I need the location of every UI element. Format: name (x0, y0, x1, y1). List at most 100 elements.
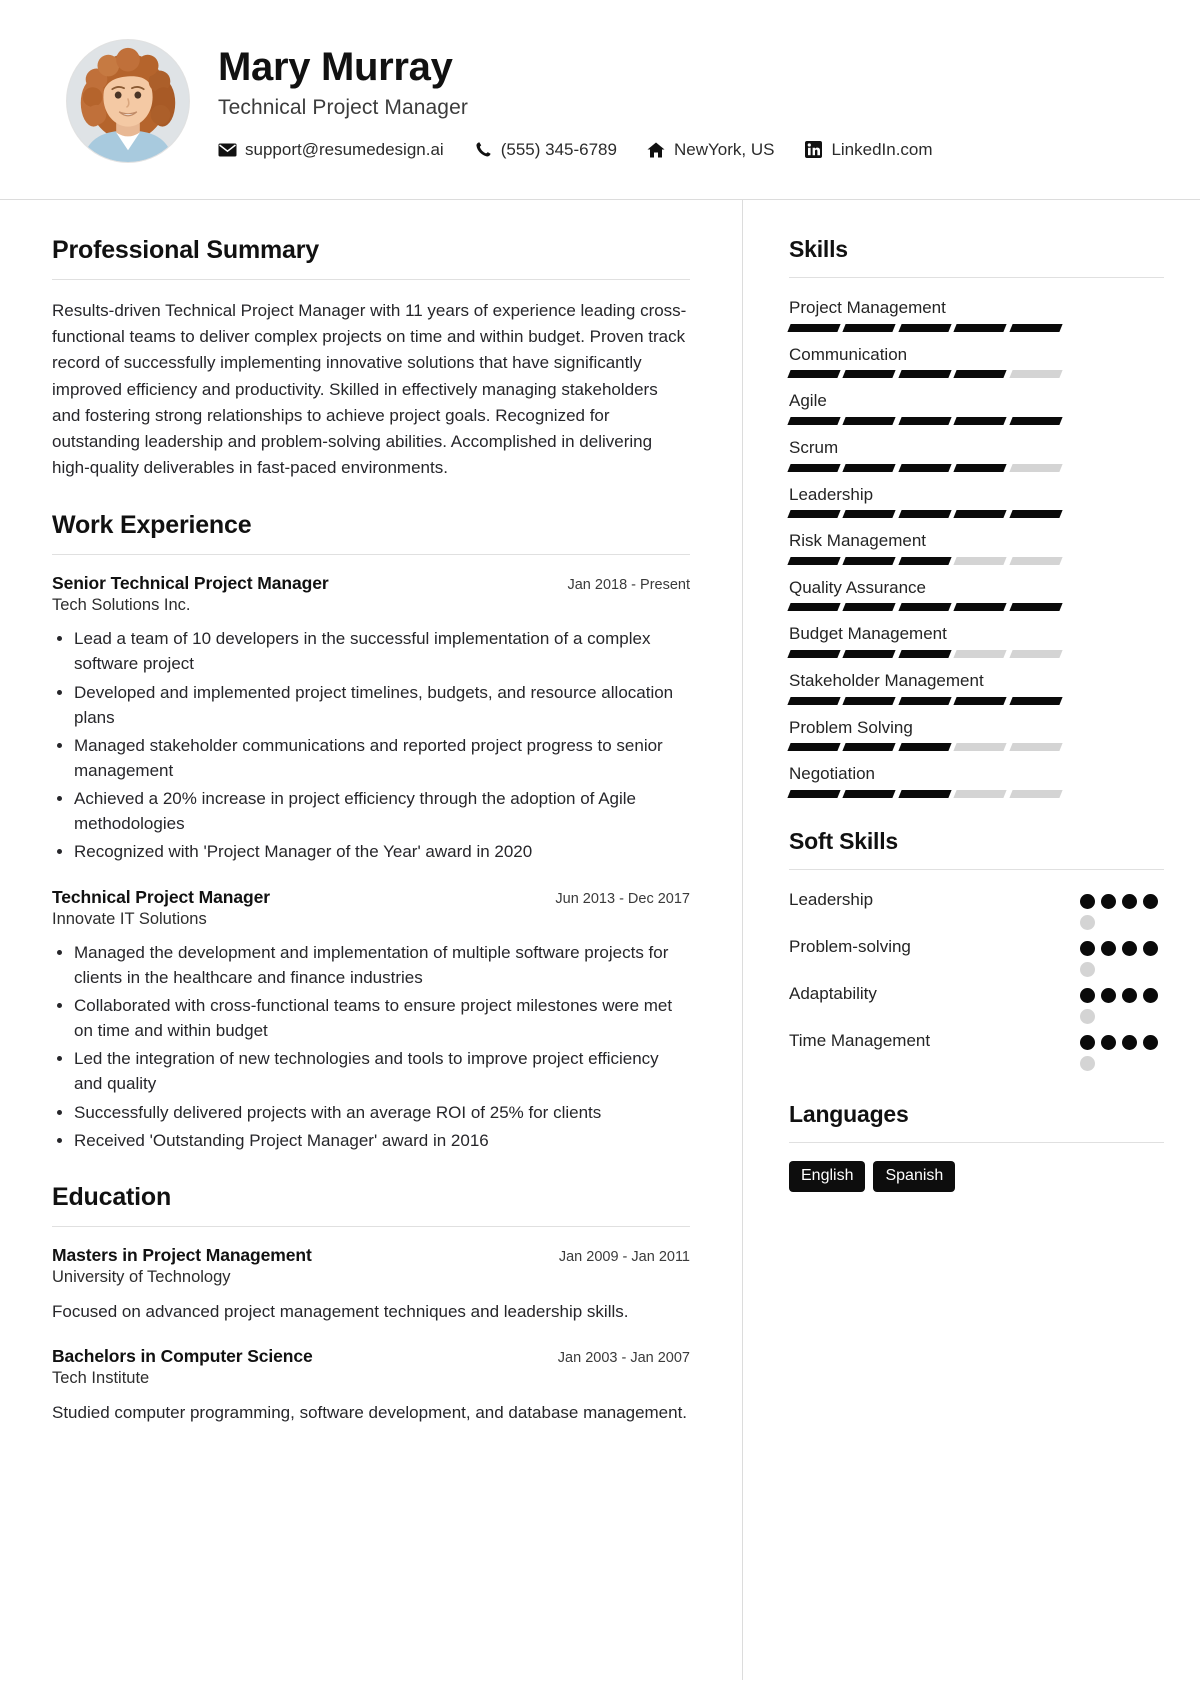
soft-skill-name: Problem-solving (789, 937, 911, 957)
skill-bar-segment (953, 603, 1008, 612)
bullet-item: Successfully delivered projects with an … (74, 1100, 690, 1125)
education-date: Jan 2009 - Jan 2011 (558, 1248, 690, 1265)
skill-row: Problem Solving (787, 716, 1164, 752)
divider (52, 1225, 690, 1227)
soft-skill-dot (1080, 941, 1095, 957)
soft-skill-dot (1080, 962, 1095, 978)
section-work-experience: Work Experience Senior Technical Project… (52, 511, 690, 1153)
soft-skill-name: Adaptability (789, 984, 877, 1004)
skill-bar-segment (787, 416, 842, 425)
candidate-name: Mary Murray (218, 45, 453, 90)
skill-row: Leadership (787, 483, 1164, 519)
skill-bar-segment (1009, 510, 1063, 519)
skill-row: Negotiation (787, 762, 1164, 799)
skill-row: Communication (787, 343, 1164, 379)
home-icon (647, 140, 666, 159)
soft-skills-list: Leadership Problem-solving Adaptability Tim… (789, 888, 1164, 1072)
soft-skill-dot (1143, 941, 1158, 957)
avatar (67, 39, 189, 162)
divider (52, 554, 690, 556)
section-soft-skills: Soft Skills Leadership Problem-solving Ada… (789, 828, 1164, 1072)
education-school: Tech Institute (52, 1369, 150, 1388)
bullet-item: Achieved a 20% increase in project effic… (74, 786, 690, 836)
skill-bar-segment (842, 556, 897, 565)
skill-bar-segment (953, 696, 1008, 705)
skill-bar-segment (787, 370, 842, 379)
skill-row: Scrum (787, 436, 1164, 472)
soft-skill-name: Leadership (789, 890, 874, 910)
contact-email[interactable]: support@resumedesign.ai (218, 140, 444, 160)
language-chip: English (789, 1161, 866, 1193)
skill-bar-segment (842, 510, 897, 519)
soft-skill-dot (1080, 1009, 1095, 1025)
skill-bar-segment (842, 416, 897, 425)
experience-entry: Technical Project Manager Jun 2013 - Dec… (52, 887, 690, 1153)
bullet-item: Developed and implemented project timeli… (74, 680, 690, 730)
section-professional-summary: Professional Summary Results-driven Tech… (52, 236, 690, 481)
skill-row: Agile (787, 389, 1164, 425)
soft-skill-row: Leadership (789, 888, 1164, 931)
skill-bar-segment (842, 743, 897, 752)
experience-company: Tech Solutions Inc. (52, 596, 191, 615)
divider (789, 1142, 1164, 1144)
skills-list: Project Management Communication Agile Scru… (787, 296, 1164, 799)
skill-bar-segment (787, 696, 842, 705)
contact-email-text: support@resumedesign.ai (245, 139, 444, 159)
experience-role: Senior Technical Project Manager (52, 573, 329, 594)
contact-linkedin[interactable]: LinkedIn.com (804, 140, 933, 160)
skill-bar-segment (1009, 556, 1063, 565)
skill-bar-segment (953, 650, 1008, 659)
contact-location-text: NewYork, US (673, 139, 775, 159)
skill-bar-segment (898, 556, 952, 565)
section-skills: Skills Project Management Communication Ag… (787, 236, 1164, 799)
education-description: Studied computer programming, software d… (52, 1403, 688, 1423)
soft-skill-dots (1080, 935, 1164, 978)
experience-bullets: Lead a team of 10 developers in the succ… (52, 626, 690, 864)
soft-skill-dots (1080, 982, 1164, 1025)
skill-level-bar (787, 416, 1063, 425)
soft-skill-dot (1080, 988, 1095, 1004)
skill-bar-segment (842, 323, 897, 332)
divider (789, 277, 1164, 278)
contact-location[interactable]: NewYork, US (647, 140, 774, 160)
phone-icon (474, 140, 493, 159)
section-title-skills: Skills (789, 236, 848, 262)
divider (789, 869, 1164, 871)
section-title-soft-skills: Soft Skills (789, 828, 898, 855)
skill-bar-segment (953, 510, 1008, 519)
linkedin-icon (804, 140, 823, 159)
skill-level-bar (787, 743, 1063, 752)
skill-bar-segment (1009, 790, 1063, 799)
skill-level-bar (787, 556, 1063, 565)
skill-row: Project Management (787, 296, 1164, 332)
skill-bar-segment (898, 463, 952, 472)
contact-phone[interactable]: (555) 345-6789 (474, 140, 617, 160)
skill-name: Communication (789, 344, 908, 364)
main-column: Professional Summary Results-driven Tech… (0, 200, 742, 1680)
skill-row: Budget Management (787, 622, 1164, 659)
section-title-education: Education (52, 1182, 172, 1211)
skill-bar-segment (842, 370, 897, 379)
soft-skill-row: Problem-solving (789, 935, 1164, 978)
skill-bar-segment (787, 650, 842, 659)
skill-bar-segment (898, 323, 952, 332)
skill-level-bar (787, 790, 1063, 799)
bullet-item: Received 'Outstanding Project Manager' a… (74, 1128, 690, 1153)
skill-bar-segment (898, 790, 952, 799)
skill-bar-segment (1009, 370, 1063, 379)
skill-bar-segment (787, 510, 842, 519)
education-degree: Bachelors in Computer Science (52, 1346, 313, 1367)
section-languages: Languages English Spanish (789, 1101, 1164, 1193)
skill-bar-segment (1009, 416, 1063, 425)
soft-skill-name: Time Management (789, 1031, 931, 1051)
bullet-item: Led the integration of new technologies … (74, 1046, 690, 1096)
skill-bar-segment (953, 790, 1008, 799)
soft-skill-dot (1122, 988, 1137, 1004)
skill-bar-segment (1009, 323, 1063, 332)
experience-entry-header: Technical Project Manager Jun 2013 - Dec… (52, 887, 690, 908)
skill-name: Scrum (789, 437, 839, 457)
skill-level-bar (787, 696, 1063, 705)
soft-skill-dot (1101, 988, 1116, 1004)
soft-skill-dot (1080, 915, 1095, 931)
soft-skill-dot (1122, 941, 1137, 957)
